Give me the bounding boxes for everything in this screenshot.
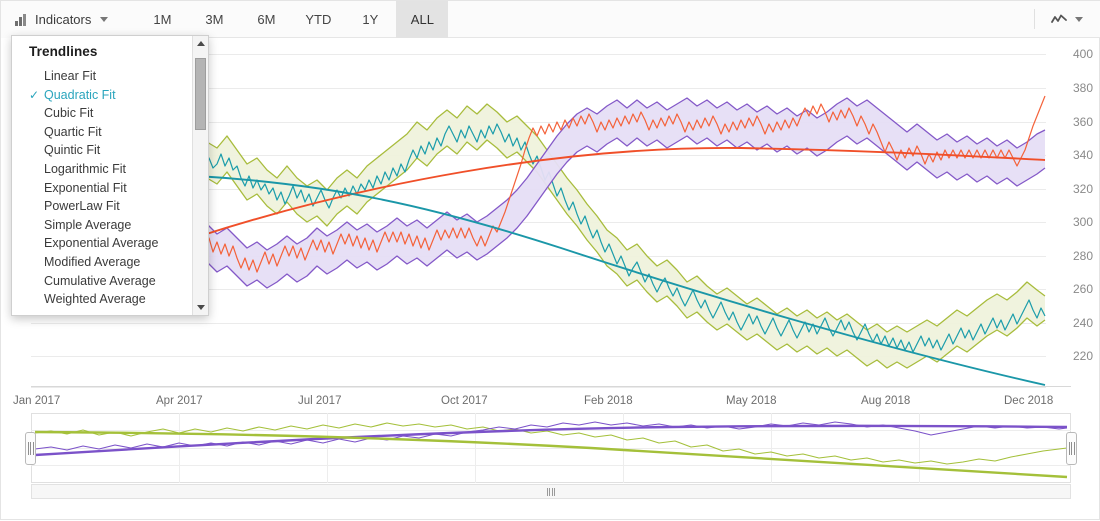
y-tick-260: 260 xyxy=(1073,282,1093,296)
chevron-down-icon xyxy=(100,17,108,22)
toolbar-right-group xyxy=(1034,1,1100,37)
navigator-handle-left[interactable] xyxy=(25,432,36,465)
dropdown-list: Linear Fit ✓ Quadratic Fit Cubic Fit Qua… xyxy=(12,67,194,316)
dropdown-item-cubic-fit[interactable]: Cubic Fit xyxy=(12,104,194,123)
dropdown-item-exponential-average[interactable]: Exponential Average xyxy=(12,234,194,253)
chart-navigator[interactable] xyxy=(31,413,1071,483)
chart-scrollbar[interactable] xyxy=(31,484,1071,499)
y-tick-400: 400 xyxy=(1073,47,1093,61)
dropdown-item-quadratic-fit[interactable]: ✓ Quadratic Fit xyxy=(12,86,194,105)
range-selector: 1M 3M 6M YTD 1Y ALL xyxy=(136,1,448,37)
range-button-all[interactable]: ALL xyxy=(396,1,448,38)
dropdown-item-label: PowerLaw Fit xyxy=(44,199,120,213)
toolbar-left-group: Indicators 1M 3M 6M YTD 1Y ALL xyxy=(1,1,448,37)
y-tick-220: 220 xyxy=(1073,349,1093,363)
range-button-1y[interactable]: 1Y xyxy=(344,1,396,38)
toolbar-divider xyxy=(1034,9,1035,29)
indicators-button-label: Indicators xyxy=(35,12,91,27)
dropdown-item-label: Logarithmic Fit xyxy=(44,162,126,176)
navigator-canvas xyxy=(31,413,1071,483)
dropdown-item-label: Modified Average xyxy=(44,255,140,269)
dropdown-item-label: Exponential Fit xyxy=(44,181,127,195)
dropdown-title: Trendlines xyxy=(12,36,208,66)
dropdown-item-cumulative-average[interactable]: Cumulative Average xyxy=(12,272,194,291)
range-button-ytd[interactable]: YTD xyxy=(292,1,344,38)
x-tick-oct-2017: Oct 2017 xyxy=(441,395,488,407)
x-tick-jul-2017: Jul 2017 xyxy=(298,395,341,407)
y-tick-240: 240 xyxy=(1073,316,1093,330)
dropdown-item-label: Linear Fit xyxy=(44,69,96,83)
dropdown-item-modified-average[interactable]: Modified Average xyxy=(12,253,194,272)
dropdown-item-quartic-fit[interactable]: Quartic Fit xyxy=(12,123,194,142)
scrollbar-grip-icon[interactable] xyxy=(547,488,556,496)
x-tick-dec-2018: Dec 2018 xyxy=(1004,395,1053,407)
dropdown-item-simple-average[interactable]: Simple Average xyxy=(12,216,194,235)
x-tick-aug-2018: Aug 2018 xyxy=(861,395,910,407)
dropdown-scrollbar[interactable] xyxy=(192,36,208,315)
dropdown-item-quintic-fit[interactable]: Quintic Fit xyxy=(12,141,194,160)
range-button-3m[interactable]: 3M xyxy=(188,1,240,38)
dropdown-item-label: Quadratic Fit xyxy=(44,88,116,102)
dropdown-item-linear-fit[interactable]: Linear Fit xyxy=(12,67,194,86)
scrollbar-thumb[interactable] xyxy=(195,58,206,130)
check-icon: ✓ xyxy=(29,86,39,105)
y-axis-labels: 400 380 360 340 320 300 280 260 240 220 xyxy=(1053,38,1093,398)
chart-type-button[interactable] xyxy=(1045,1,1089,38)
dropdown-item-label: Quintic Fit xyxy=(44,143,100,157)
dropdown-item-label: Weighted Average xyxy=(44,292,146,306)
dropdown-item-label: Quartic Fit xyxy=(44,125,102,139)
triangle-up-icon xyxy=(197,41,205,46)
dropdown-item-label: Simple Average xyxy=(44,218,131,232)
indicators-button[interactable]: Indicators xyxy=(1,1,120,38)
dropdown-item-label: Cubic Fit xyxy=(44,106,93,120)
dropdown-item-powerlaw-fit[interactable]: PowerLaw Fit xyxy=(12,197,194,216)
x-tick-may-2018: May 2018 xyxy=(726,395,777,407)
scroll-down-button[interactable] xyxy=(193,300,209,315)
dropdown-item-label: Exponential Average xyxy=(44,236,158,250)
y-tick-360: 360 xyxy=(1073,115,1093,129)
y-tick-320: 320 xyxy=(1073,182,1093,196)
chart-toolbar: Indicators 1M 3M 6M YTD 1Y ALL xyxy=(1,1,1100,38)
dropdown-item-logarithmic-fit[interactable]: Logarithmic Fit xyxy=(12,160,194,179)
dropdown-item-exponential-fit[interactable]: Exponential Fit xyxy=(12,179,194,198)
y-tick-340: 340 xyxy=(1073,148,1093,162)
x-tick-jan-2017: Jan 2017 xyxy=(13,395,60,407)
toolbar-spacer xyxy=(448,1,1034,37)
x-axis-labels: Jan 2017 Apr 2017 Jul 2017 Oct 2017 Feb … xyxy=(1,395,1100,415)
x-tick-apr-2017: Apr 2017 xyxy=(156,395,203,407)
chevron-down-icon xyxy=(1075,17,1083,22)
x-tick-feb-2018: Feb 2018 xyxy=(584,395,633,407)
stock-chart-widget: Indicators 1M 3M 6M YTD 1Y ALL xyxy=(0,0,1100,520)
scroll-up-button[interactable] xyxy=(193,36,209,51)
navigator-handle-right[interactable] xyxy=(1066,432,1077,465)
dropdown-item-weighted-average[interactable]: Weighted Average xyxy=(12,290,194,309)
y-tick-300: 300 xyxy=(1073,215,1093,229)
y-tick-380: 380 xyxy=(1073,81,1093,95)
y-tick-280: 280 xyxy=(1073,249,1093,263)
range-button-1m[interactable]: 1M xyxy=(136,1,188,38)
dropdown-item-label: Cumulative Average xyxy=(44,274,156,288)
bar-chart-icon xyxy=(15,14,29,26)
range-button-6m[interactable]: 6M xyxy=(240,1,292,38)
trendlines-dropdown: Trendlines Linear Fit ✓ Quadratic Fit Cu… xyxy=(11,35,209,316)
triangle-down-icon xyxy=(197,305,205,310)
zigzag-line-icon xyxy=(1051,14,1067,25)
